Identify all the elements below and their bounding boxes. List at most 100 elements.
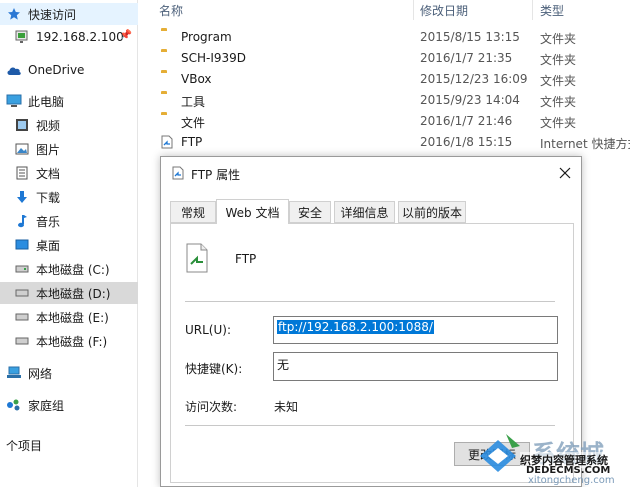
tab-security[interactable]: 安全 — [289, 201, 331, 223]
nav-item-music[interactable]: 音乐 — [0, 210, 138, 232]
nav-item-label: 此电脑 — [28, 94, 65, 109]
nav-item-documents[interactable]: 文档 — [0, 162, 138, 184]
nav-item-label: 图片 — [36, 142, 61, 157]
column-header-name[interactable]: 名称 — [159, 0, 183, 20]
tab-previous-versions[interactable]: 以前的版本 — [398, 201, 466, 223]
nav-item-homegroup[interactable]: 家庭组 — [0, 394, 138, 416]
file-date: 2016/1/7 21:35 — [420, 51, 513, 65]
file-date: 2016/1/8 15:15 — [420, 135, 513, 149]
nav-item-label: 下载 — [36, 190, 61, 205]
visits-value: 未知 — [274, 400, 299, 414]
video-icon — [14, 117, 30, 133]
pictures-icon — [14, 141, 30, 157]
desktop-icon — [14, 237, 30, 253]
shortcut-name: FTP — [235, 252, 257, 266]
drive-icon — [14, 309, 30, 325]
pin-icon[interactable]: 📌 — [120, 30, 132, 41]
nav-item-label: OneDrive — [28, 63, 85, 77]
nav-item-videos[interactable]: 视频 — [0, 114, 138, 136]
hotkey-field[interactable]: 无 — [273, 352, 558, 381]
close-icon — [559, 167, 571, 179]
file-name: 工具 — [181, 95, 206, 109]
url-value: ftp://192.168.2.100:1088/ — [277, 320, 434, 334]
folder-icon — [161, 51, 177, 65]
nav-item-downloads[interactable]: 下载 — [0, 186, 138, 208]
drive-icon — [14, 261, 30, 277]
nav-item-network[interactable]: 网络 — [0, 362, 138, 384]
item-count-status: 个项目 — [6, 439, 43, 453]
folder-icon — [161, 30, 177, 44]
file-date: 2015/9/23 14:04 — [420, 93, 520, 107]
file-name: SCH-I939D — [181, 51, 247, 65]
tab-details[interactable]: 详细信息 — [334, 201, 395, 223]
nav-item-label: 快速访问 — [28, 7, 77, 22]
nav-item-desktop[interactable]: 桌面 — [0, 234, 138, 256]
network-icon — [6, 365, 22, 381]
visits-label: 访问次数: — [185, 400, 238, 414]
nav-item-pictures[interactable]: 图片 — [0, 138, 138, 160]
file-row[interactable]: Program 2015/8/15 13:15 文件夹 — [139, 27, 630, 48]
star-icon — [6, 6, 22, 22]
nav-item-label: 音乐 — [36, 214, 61, 229]
nav-item-label: 视频 — [36, 118, 61, 133]
internet-shortcut-icon — [171, 166, 185, 180]
nav-item-network-location[interactable]: 192.168.2.100 📌 — [0, 26, 138, 48]
file-type: 文件夹 — [540, 116, 577, 130]
nav-item-drive-c[interactable]: 本地磁盘 (C:) — [0, 258, 138, 280]
nav-item-label: 家庭组 — [28, 398, 65, 413]
download-icon — [14, 189, 30, 205]
url-label: URL(U): — [185, 323, 231, 337]
dialog-title-bar[interactable]: FTP 属性 — [161, 157, 581, 189]
network-location-icon — [14, 29, 30, 45]
documents-icon — [14, 165, 30, 181]
file-type: Internet 快捷方式 — [540, 137, 630, 151]
tab-web-document[interactable]: Web 文档 — [216, 199, 289, 224]
drive-icon — [14, 333, 30, 349]
navigation-pane: 快速访问 192.168.2.100 📌 OneDrive 此电脑 视频 图片 — [0, 0, 138, 487]
drive-icon — [14, 285, 30, 301]
file-row[interactable]: 文件 2016/1/7 21:46 文件夹 — [139, 111, 630, 132]
folder-icon — [161, 93, 177, 107]
column-separator[interactable] — [413, 0, 414, 20]
computer-icon — [6, 93, 22, 109]
tab-general[interactable]: 常规 — [170, 201, 216, 223]
hotkey-label: 快捷键(K): — [185, 362, 243, 376]
change-icon-button[interactable]: 更改图标 — [454, 442, 530, 466]
close-button[interactable] — [549, 157, 581, 189]
internet-shortcut-icon — [161, 135, 177, 149]
internet-shortcut-icon — [185, 243, 209, 273]
divider — [185, 425, 555, 426]
file-type: 文件夹 — [540, 53, 577, 67]
file-name: Program — [181, 30, 232, 44]
nav-item-drive-f[interactable]: 本地磁盘 (F:) — [0, 330, 138, 352]
folder-icon — [161, 114, 177, 128]
homegroup-icon — [6, 397, 22, 413]
nav-item-onedrive[interactable]: OneDrive — [0, 59, 138, 81]
nav-item-drive-e[interactable]: 本地磁盘 (E:) — [0, 306, 138, 328]
url-field[interactable]: ftp://192.168.2.100:1088/ — [273, 316, 558, 344]
file-type: 文件夹 — [540, 32, 577, 46]
file-name: 文件 — [181, 116, 206, 130]
dialog-title: FTP 属性 — [191, 168, 241, 182]
nav-item-label: 本地磁盘 (E:) — [36, 310, 109, 325]
nav-item-this-pc[interactable]: 此电脑 — [0, 90, 138, 112]
cloud-icon — [6, 62, 22, 78]
file-row[interactable]: 工具 2015/9/23 14:04 文件夹 — [139, 90, 630, 111]
nav-item-label: 本地磁盘 (D:) — [36, 286, 111, 301]
file-date: 2015/12/23 16:09 — [420, 72, 528, 86]
file-date: 2015/8/15 13:15 — [420, 30, 520, 44]
column-separator[interactable] — [532, 0, 533, 20]
column-header-type[interactable]: 类型 — [540, 0, 564, 20]
folder-icon — [161, 72, 177, 86]
file-row[interactable]: VBox 2015/12/23 16:09 文件夹 — [139, 69, 630, 90]
music-icon — [14, 213, 30, 229]
properties-dialog: FTP 属性 常规 Web 文档 安全 详细信息 以前的版本 FTP URL(U… — [160, 156, 582, 487]
file-name: VBox — [181, 72, 212, 86]
nav-item-drive-d[interactable]: 本地磁盘 (D:) — [0, 282, 138, 304]
nav-item-label: 桌面 — [36, 238, 61, 253]
file-date: 2016/1/7 21:46 — [420, 114, 513, 128]
file-row[interactable]: FTP 2016/1/8 15:15 Internet 快捷方式 — [139, 132, 630, 153]
column-header-date[interactable]: 修改日期 — [420, 0, 468, 20]
file-row[interactable]: SCH-I939D 2016/1/7 21:35 文件夹 — [139, 48, 630, 69]
nav-item-quick-access[interactable]: 快速访问 — [0, 3, 138, 25]
